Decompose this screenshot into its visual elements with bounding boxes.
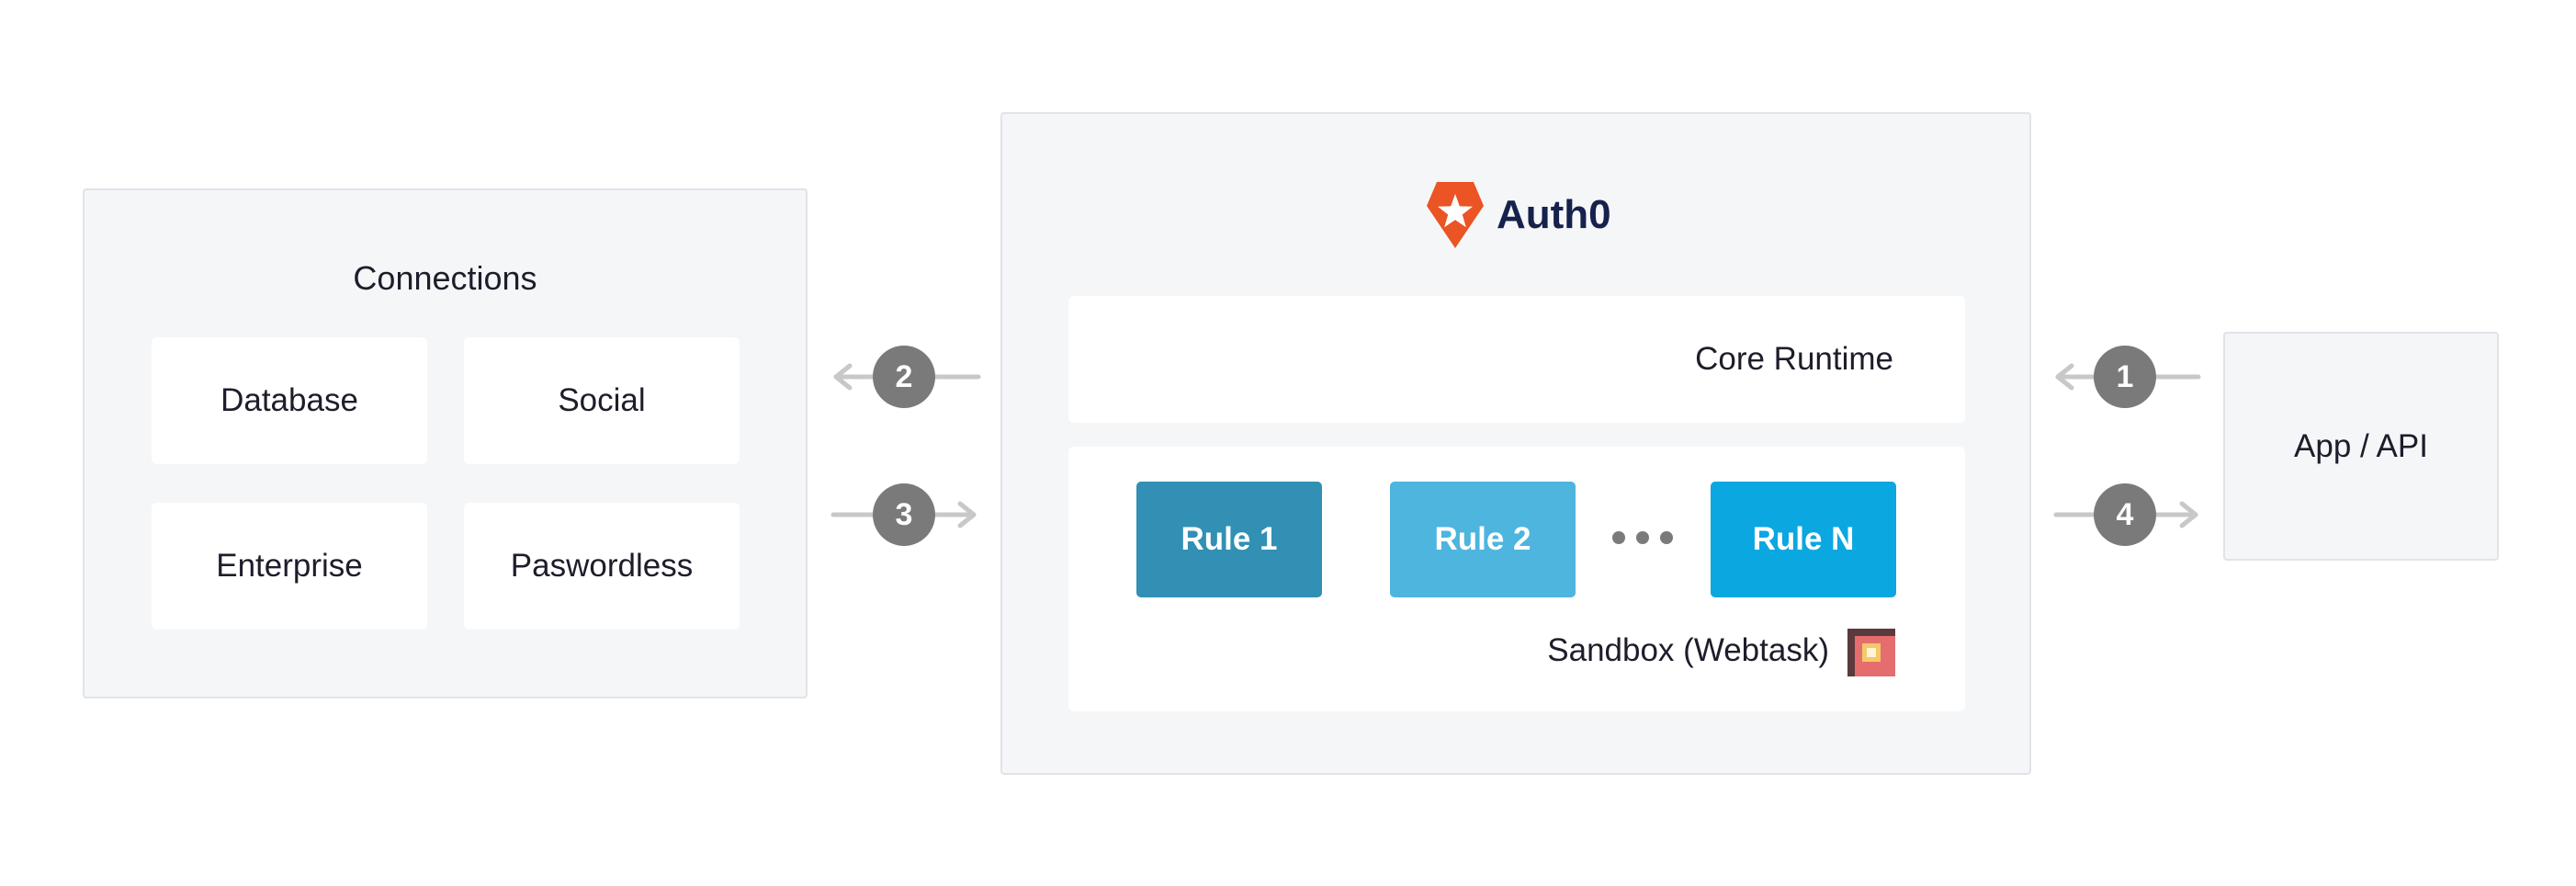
webtask-icon [1847,629,1895,676]
app-api-box: App / API [2223,332,2499,561]
connection-enterprise: Enterprise [152,503,427,630]
step-badge-4: 4 [2094,483,2156,546]
core-runtime-label: Core Runtime [1695,341,1893,377]
step-badge-1: 1 [2094,346,2156,408]
sandbox-label: Sandbox (Webtask) [1547,632,1829,668]
auth0-logo: Auth0 [1425,180,1611,250]
ellipsis-icon [1612,531,1673,544]
auth0-panel: Auth0 Core Runtime Rule 1 Rule 2 Rule N … [1000,112,2031,775]
connection-database: Database [152,337,427,464]
rule-1: Rule 1 [1136,482,1322,597]
sandbox-box: Rule 1 Rule 2 Rule N Sandbox (Webtask) [1068,447,1965,711]
app-api-label: App / API [2294,427,2428,464]
auth0-shield-icon [1427,182,1484,248]
rule-2: Rule 2 [1390,482,1576,597]
core-runtime-box: Core Runtime [1068,296,1965,423]
step-badge-2: 2 [873,346,935,408]
auth0-brand-name: Auth0 [1497,192,1611,237]
connection-social: Social [464,337,740,464]
rule-n: Rule N [1711,482,1896,597]
connection-passwordless: Paswordless [464,503,740,630]
connections-panel: Connections Database Social Enterprise P… [83,188,808,699]
step-badge-3: 3 [873,483,935,546]
connections-title: Connections [353,259,537,297]
